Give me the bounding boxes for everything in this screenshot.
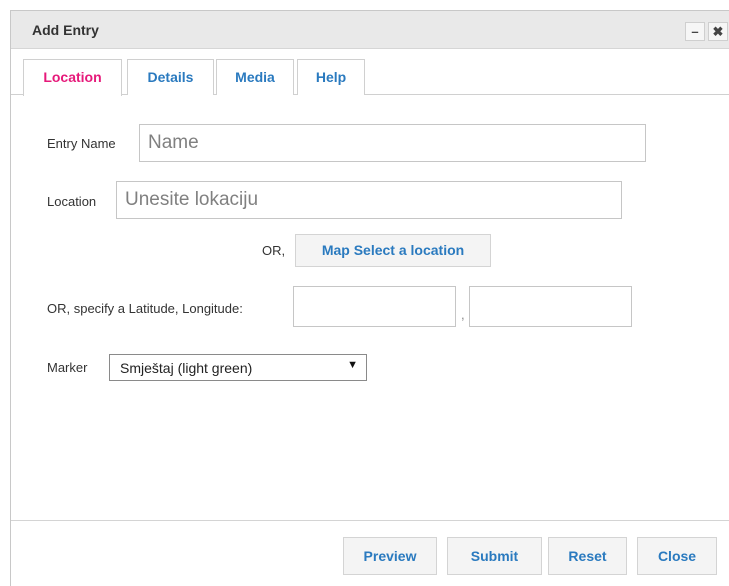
add-entry-dialog: Add Entry – ✖ Location Details Media Hel… xyxy=(10,10,729,586)
latlng-separator: , xyxy=(461,307,465,322)
close-icon[interactable]: ✖ xyxy=(708,22,728,41)
latlng-label: OR, specify a Latitude, Longitude: xyxy=(47,301,243,316)
latitude-input[interactable] xyxy=(293,286,456,327)
preview-button[interactable]: Preview xyxy=(343,537,437,575)
tab-location[interactable]: Location xyxy=(23,59,122,96)
tab-bar: Location Details Media Help xyxy=(11,59,729,96)
dialog-titlebar[interactable]: Add Entry – ✖ xyxy=(11,11,729,49)
entry-name-input[interactable] xyxy=(139,124,646,162)
entry-name-label: Entry Name xyxy=(47,136,116,151)
or-label: OR, xyxy=(262,243,286,258)
submit-button[interactable]: Submit xyxy=(447,537,542,575)
minimize-icon[interactable]: – xyxy=(685,22,705,41)
tab-help[interactable]: Help xyxy=(297,59,365,95)
footer-divider xyxy=(11,520,729,521)
reset-button[interactable]: Reset xyxy=(548,537,627,575)
dialog-title: Add Entry xyxy=(32,22,99,38)
close-button[interactable]: Close xyxy=(637,537,717,575)
tab-details[interactable]: Details xyxy=(127,59,214,95)
chevron-down-icon: ▼ xyxy=(347,359,358,371)
longitude-input[interactable] xyxy=(469,286,632,327)
map-select-location-button[interactable]: Map Select a location xyxy=(295,234,491,267)
tab-media[interactable]: Media xyxy=(216,59,294,95)
marker-select[interactable]: Smještaj (light green) ▼ xyxy=(109,354,367,381)
location-input[interactable] xyxy=(116,181,622,219)
location-label: Location xyxy=(47,194,97,209)
marker-label: Marker xyxy=(47,360,88,375)
marker-selected-value: Smještaj (light green) xyxy=(120,360,253,376)
